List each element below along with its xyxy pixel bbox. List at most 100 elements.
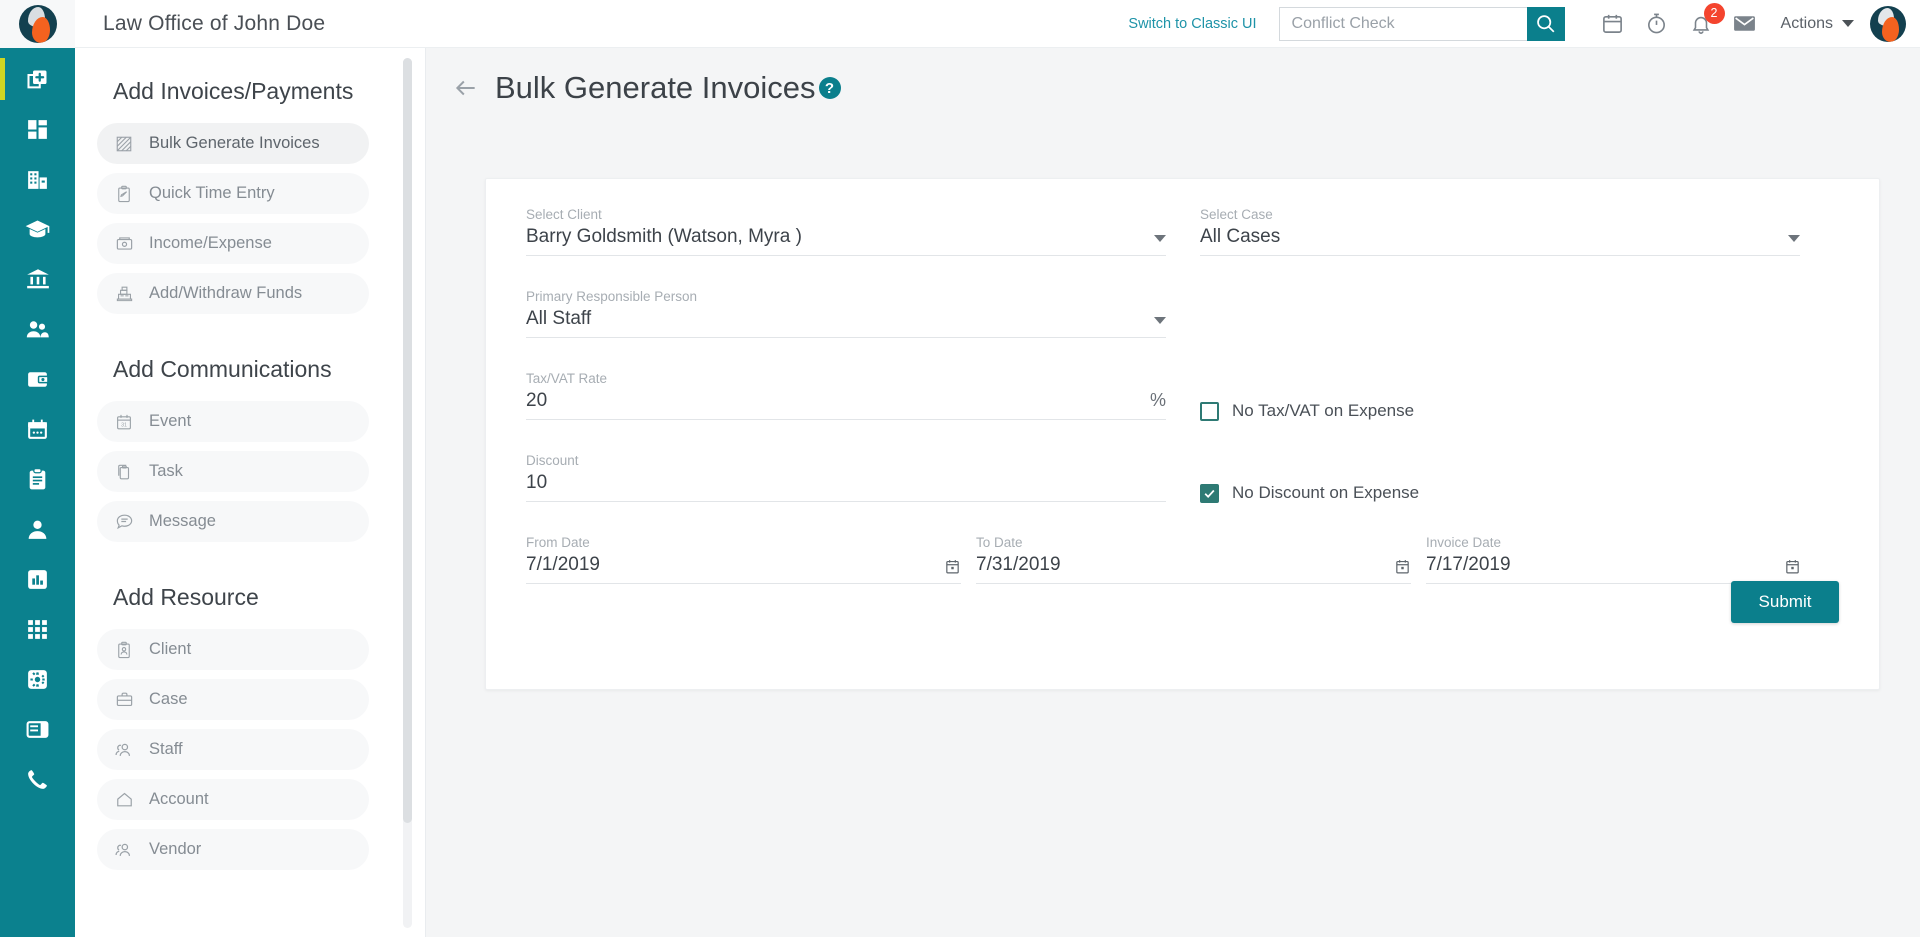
nav-item-quick-time-entry[interactable]: Quick Time Entry [97, 173, 369, 214]
select-case-value: All Cases [1200, 226, 1281, 247]
actions-dropdown[interactable]: Actions [1781, 15, 1854, 33]
rail-item-phone[interactable] [0, 754, 75, 804]
nav-label: Message [149, 512, 216, 530]
select-client-control[interactable]: Barry Goldsmith (Watson, Myra ) [526, 226, 1166, 256]
rail-item-reports[interactable] [0, 554, 75, 604]
search-button[interactable] [1526, 6, 1565, 41]
bar-chart-icon [28, 569, 47, 589]
calendar-icon[interactable] [1394, 558, 1411, 575]
to-date-control[interactable]: 7/31/2019 [976, 554, 1411, 584]
app-title: Law Office of John Doe [103, 11, 326, 35]
nav-item-add-withdraw-funds[interactable]: Add/Withdraw Funds [97, 273, 369, 314]
vendor-group-icon [111, 839, 137, 861]
secondary-nav: Add Invoices/Payments Bulk Generate Invo… [75, 48, 425, 937]
nav-item-message[interactable]: Message [97, 501, 369, 542]
rail-item-firm[interactable] [0, 154, 75, 204]
tax-vat-rate-label: Tax/VAT Rate [526, 371, 608, 386]
switch-to-classic-ui-link[interactable]: Switch to Classic UI [1128, 16, 1256, 32]
submit-button[interactable]: Submit [1731, 581, 1839, 623]
no-discount-on-expense-checkbox[interactable]: No Discount on Expense [1200, 483, 1419, 503]
primary-responsible-person-control[interactable]: All Staff [526, 308, 1166, 338]
rail-item-dashboard[interactable] [0, 104, 75, 154]
grid-apps-icon [28, 619, 47, 639]
nav-item-event[interactable]: 31 Event [97, 401, 369, 442]
rail-item-contacts[interactable] [0, 304, 75, 354]
search-icon [1537, 15, 1555, 33]
select-client-field: Select Client Barry Goldsmith (Watson, M… [526, 207, 1166, 256]
no-tax-on-expense-checkbox[interactable]: No Tax/VAT on Expense [1200, 401, 1414, 421]
primary-responsible-person-label: Primary Responsible Person [526, 289, 698, 304]
chevron-down-icon[interactable] [1154, 235, 1166, 242]
rail-item-calendar[interactable] [0, 404, 75, 454]
envelope-icon [1734, 16, 1755, 31]
messages-button[interactable] [1723, 2, 1767, 46]
invoice-date-control[interactable]: 7/17/2019 [1426, 554, 1801, 584]
rail-item-tasks[interactable] [0, 454, 75, 504]
cash-drawer-icon [111, 233, 137, 255]
nav-item-client[interactable]: Client [97, 629, 369, 670]
bulk-generate-form-card: Select Client Barry Goldsmith (Watson, M… [485, 178, 1880, 690]
help-icon[interactable]: ? [818, 77, 841, 99]
nav-label: Account [149, 790, 209, 808]
to-date-value[interactable]: 7/31/2019 [976, 554, 1394, 576]
nav-label: Client [149, 640, 192, 658]
header-actions: Switch to Classic UI Conflict Check 2 Ac… [1128, 2, 1920, 46]
nav-item-bulk-generate-invoices[interactable]: Bulk Generate Invoices [97, 123, 369, 164]
page-title: Bulk Generate Invoices [495, 70, 816, 105]
from-date-control[interactable]: 7/1/2019 [526, 554, 961, 584]
chevron-down-icon[interactable] [1154, 317, 1166, 324]
calendar-icon[interactable] [1784, 558, 1801, 575]
task-copy-icon [111, 461, 137, 483]
invoice-date-label: Invoice Date [1426, 535, 1502, 550]
invoice-date-value[interactable]: 7/17/2019 [1426, 554, 1784, 576]
tax-vat-rate-field: Tax/VAT Rate 20 % [526, 371, 1166, 420]
rail-item-add-new[interactable] [0, 54, 75, 104]
checkbox-checked-icon[interactable] [1200, 483, 1219, 503]
nav-item-case[interactable]: Case [97, 679, 369, 720]
page-header: Bulk Generate Invoices ? [425, 48, 1920, 106]
chevron-down-icon [1842, 20, 1854, 27]
rail-item-billing[interactable] [0, 354, 75, 404]
icon-rail [0, 48, 75, 937]
notifications-button[interactable]: 2 [1679, 2, 1725, 46]
add-document-icon [27, 70, 47, 88]
tax-vat-rate-control[interactable]: 20 % [526, 390, 1166, 420]
nav-item-task[interactable]: Task [97, 451, 369, 492]
calendar-31-icon: 31 [111, 411, 137, 433]
secondary-nav-scrollbar[interactable] [403, 58, 412, 928]
checkbox-unchecked-icon[interactable] [1200, 401, 1219, 421]
rail-item-settings[interactable] [0, 654, 75, 704]
rail-item-layout[interactable] [0, 704, 75, 754]
discount-value[interactable]: 10 [526, 472, 1166, 494]
primary-responsible-person-field: Primary Responsible Person All Staff [526, 289, 1166, 338]
nav-item-income-expense[interactable]: Income/Expense [97, 223, 369, 264]
nav-item-account[interactable]: Account [97, 779, 369, 820]
calendar-icon[interactable] [944, 558, 961, 575]
tax-vat-rate-value[interactable]: 20 [526, 390, 1150, 412]
rail-item-court[interactable] [0, 254, 75, 304]
discount-label: Discount [526, 453, 579, 468]
from-date-value[interactable]: 7/1/2019 [526, 554, 944, 576]
form-body: Select Client Barry Goldsmith (Watson, M… [486, 179, 1879, 689]
rail-item-apps[interactable] [0, 604, 75, 654]
back-arrow-icon[interactable] [449, 71, 483, 105]
app-root: Law Office of John Doe Switch to Classic… [0, 0, 1920, 937]
select-case-control[interactable]: All Cases [1200, 226, 1800, 256]
nav-label: Staff [149, 740, 183, 758]
rail-item-education[interactable] [0, 204, 75, 254]
nav-item-vendor[interactable]: Vendor [97, 829, 369, 870]
search-input[interactable] [1278, 6, 1527, 41]
to-date-label: To Date [976, 535, 1023, 550]
calendar-button[interactable] [1591, 2, 1635, 46]
rail-item-clients[interactable] [0, 504, 75, 554]
avatar[interactable] [1870, 5, 1906, 42]
wallet-icon [28, 371, 49, 387]
from-date-label: From Date [526, 535, 590, 550]
discount-control[interactable]: 10 [526, 472, 1166, 502]
timer-button[interactable] [1635, 2, 1679, 46]
scrollbar-thumb[interactable] [403, 58, 412, 823]
app-logo[interactable] [0, 0, 75, 48]
chevron-down-icon[interactable] [1788, 235, 1800, 242]
stopwatch-icon [1648, 13, 1666, 34]
nav-item-staff[interactable]: Staff [97, 729, 369, 770]
